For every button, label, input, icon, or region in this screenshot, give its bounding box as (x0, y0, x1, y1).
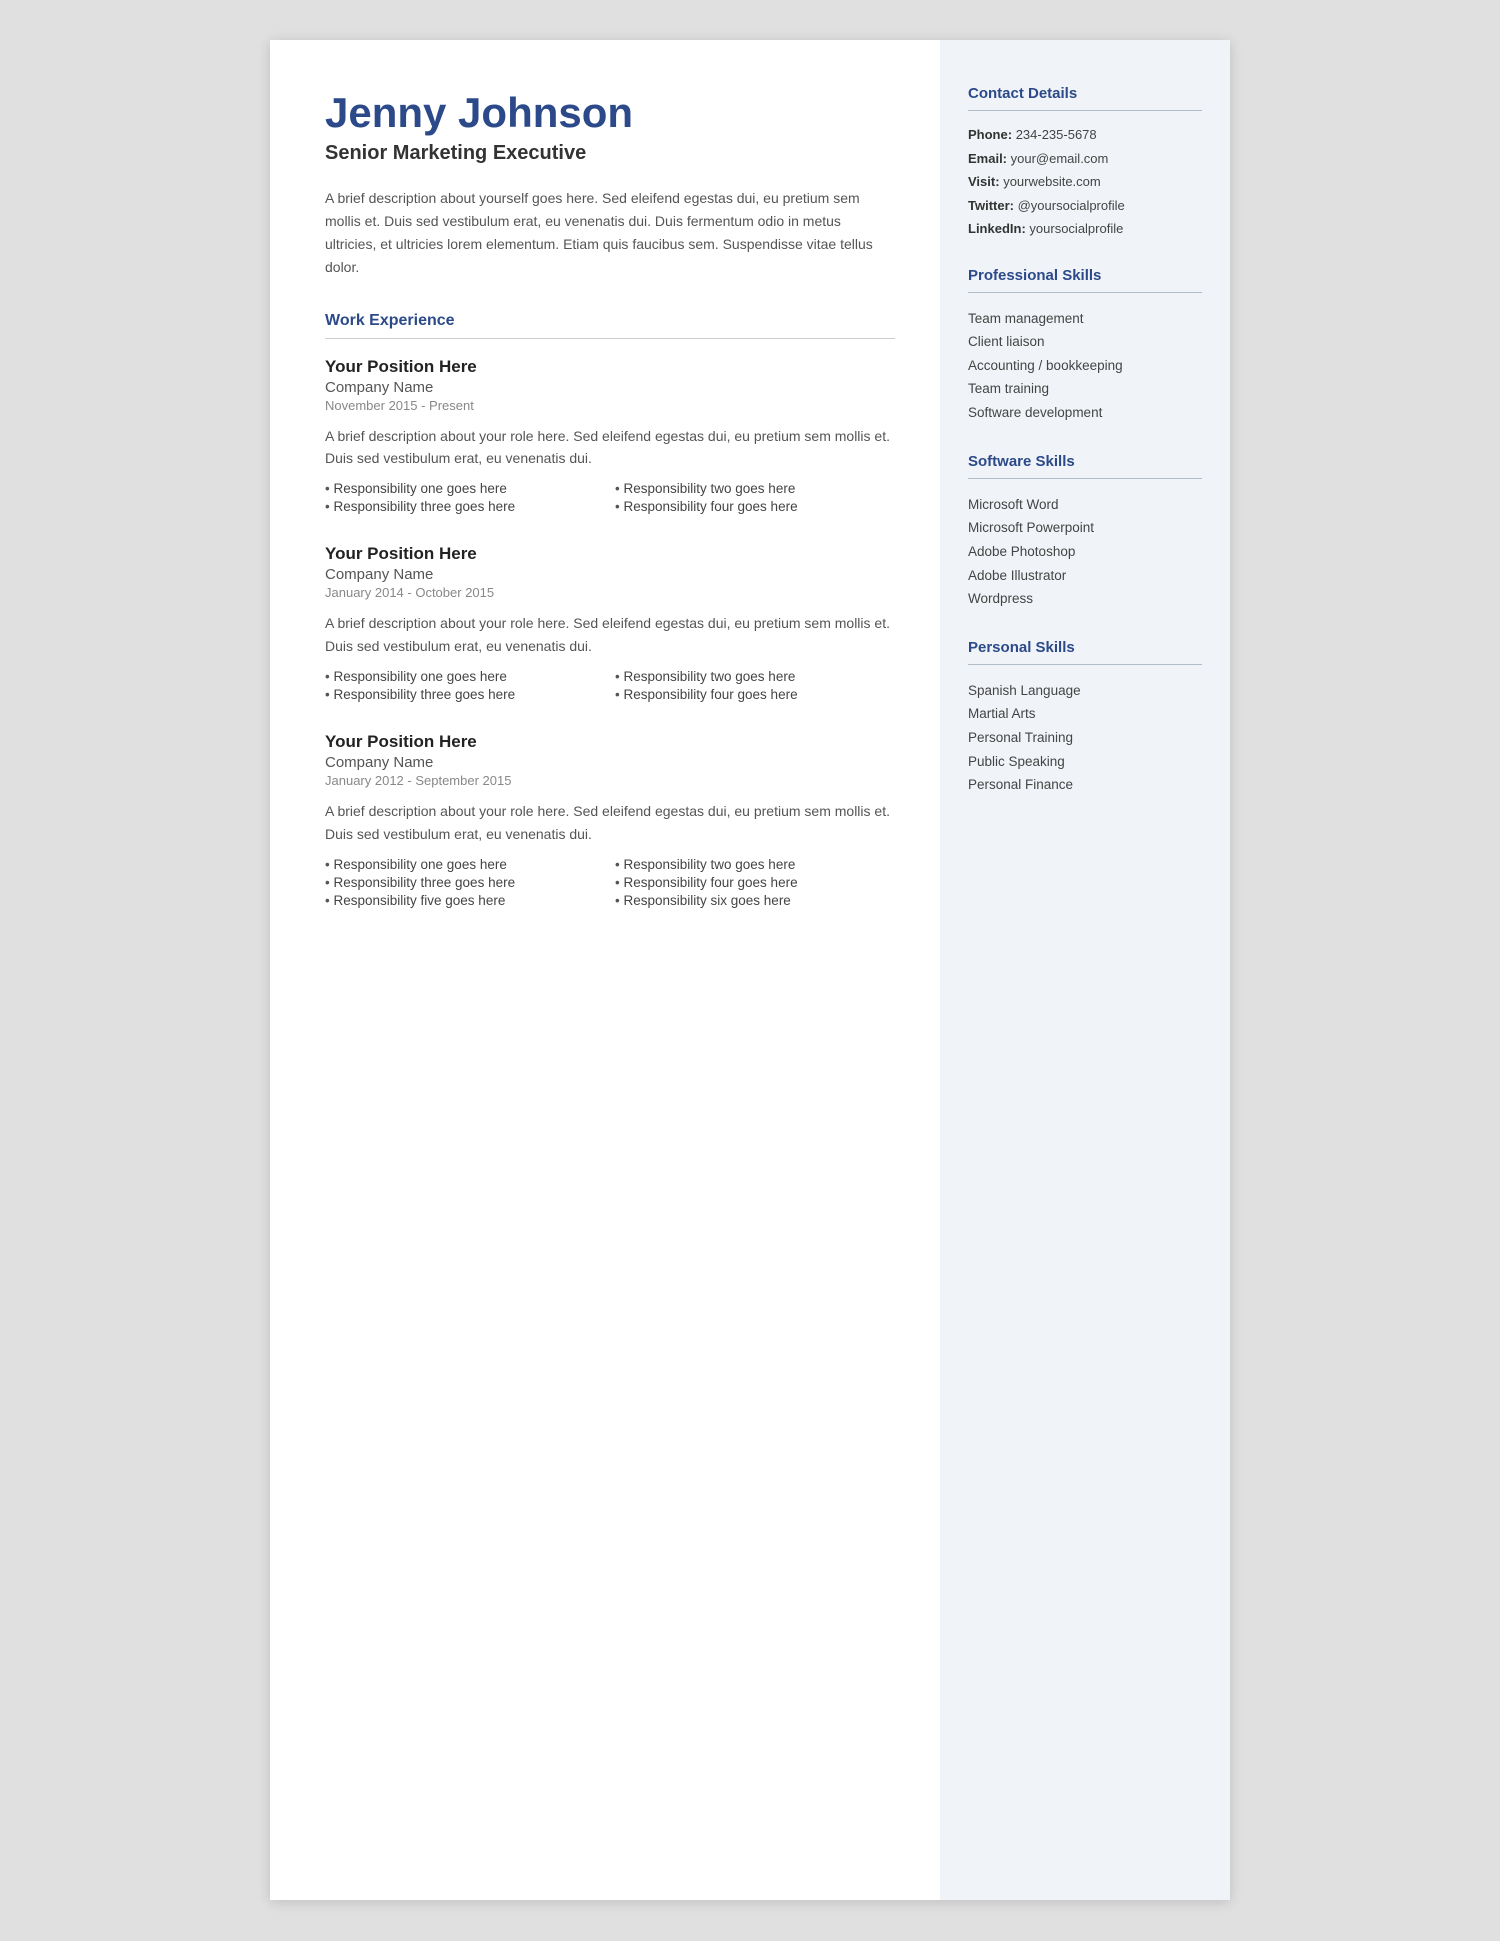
job-company: Company Name (325, 754, 895, 771)
skill-item: Wordpress (968, 587, 1202, 611)
resp-item: Responsibility one goes here (325, 481, 605, 496)
job-desc: A brief description about your role here… (325, 425, 895, 470)
resp-item: Responsibility two goes here (615, 481, 895, 496)
job-1: Your Position Here Company Name January … (325, 544, 895, 702)
work-experience-heading: Work Experience (325, 312, 895, 330)
contact-value: your@email.com (1011, 151, 1109, 166)
job-title: Your Position Here (325, 732, 895, 752)
resp-item: Responsibility three goes here (325, 687, 605, 702)
resp-item: Responsibility four goes here (615, 499, 895, 514)
skill-item: Public Speaking (968, 750, 1202, 774)
job-dates: January 2014 - October 2015 (325, 585, 895, 600)
personal-skills-list: Spanish LanguageMartial ArtsPersonal Tra… (968, 679, 1202, 797)
resp-item: Responsibility five goes here (325, 893, 605, 908)
job-0: Your Position Here Company Name November… (325, 357, 895, 515)
skill-item: Martial Arts (968, 702, 1202, 726)
software-skills-divider (968, 478, 1202, 479)
resp-item: Responsibility one goes here (325, 857, 605, 872)
job-title: Your Position Here (325, 357, 895, 377)
resp-item: Responsibility two goes here (615, 857, 895, 872)
skill-item: Adobe Illustrator (968, 564, 1202, 588)
contact-divider (968, 110, 1202, 111)
contact-label: LinkedIn: (968, 221, 1026, 236)
job-dates: January 2012 - September 2015 (325, 773, 895, 788)
skill-item: Client liaison (968, 330, 1202, 354)
skill-item: Microsoft Powerpoint (968, 516, 1202, 540)
contact-heading: Contact Details (968, 85, 1202, 102)
main-column: Jenny Johnson Senior Marketing Executive… (270, 40, 940, 1900)
resume-paper: Jenny Johnson Senior Marketing Executive… (270, 40, 1230, 1900)
contact-item-4: LinkedIn: yoursocialprofile (968, 219, 1202, 239)
skill-item: Personal Training (968, 726, 1202, 750)
contact-section: Contact Details Phone: 234-235-5678 Email… (968, 85, 1202, 239)
skill-item: Microsoft Word (968, 493, 1202, 517)
job-title: Your Position Here (325, 544, 895, 564)
skill-item: Spanish Language (968, 679, 1202, 703)
contact-value: @yoursocialprofile (1018, 198, 1125, 213)
job-desc: A brief description about your role here… (325, 800, 895, 845)
contact-label: Visit: (968, 174, 1000, 189)
skill-item: Accounting / bookkeeping (968, 354, 1202, 378)
software-skills-heading: Software Skills (968, 453, 1202, 470)
personal-skills-heading: Personal Skills (968, 639, 1202, 656)
resp-item: Responsibility four goes here (615, 687, 895, 702)
skill-item: Personal Finance (968, 773, 1202, 797)
contact-value: yoursocialprofile (1029, 221, 1123, 236)
work-experience-divider (325, 338, 895, 339)
professional-skills-heading: Professional Skills (968, 267, 1202, 284)
job-company: Company Name (325, 566, 895, 583)
resp-item: Responsibility one goes here (325, 669, 605, 684)
resp-item: Responsibility two goes here (615, 669, 895, 684)
job-2: Your Position Here Company Name January … (325, 732, 895, 908)
candidate-title: Senior Marketing Executive (325, 142, 895, 165)
job-company: Company Name (325, 379, 895, 396)
resp-item: Responsibility six goes here (615, 893, 895, 908)
professional-skills-divider (968, 292, 1202, 293)
contact-item-3: Twitter: @yoursocialprofile (968, 196, 1202, 216)
software-skills-section: Software Skills Microsoft WordMicrosoft … (968, 453, 1202, 611)
responsibilities-grid: Responsibility one goes here Responsibili… (325, 669, 895, 702)
skill-item: Team management (968, 307, 1202, 331)
contact-item-2: Visit: yourwebsite.com (968, 172, 1202, 192)
sidebar: Contact Details Phone: 234-235-5678 Email… (940, 40, 1230, 1900)
contact-value: 234-235-5678 (1016, 127, 1097, 142)
resp-item: Responsibility four goes here (615, 875, 895, 890)
responsibilities-grid: Responsibility one goes here Responsibili… (325, 857, 895, 908)
resp-item: Responsibility three goes here (325, 499, 605, 514)
professional-skills-section: Professional Skills Team managementClien… (968, 267, 1202, 425)
skill-item: Adobe Photoshop (968, 540, 1202, 564)
software-skills-list: Microsoft WordMicrosoft PowerpointAdobe … (968, 493, 1202, 611)
responsibilities-grid: Responsibility one goes here Responsibili… (325, 481, 895, 514)
contact-item-1: Email: your@email.com (968, 149, 1202, 169)
resp-item: Responsibility three goes here (325, 875, 605, 890)
contact-label: Phone: (968, 127, 1012, 142)
job-dates: November 2015 - Present (325, 398, 895, 413)
personal-skills-divider (968, 664, 1202, 665)
skill-item: Software development (968, 401, 1202, 425)
professional-skills-list: Team managementClient liaisonAccounting … (968, 307, 1202, 425)
candidate-name: Jenny Johnson (325, 90, 895, 136)
jobs-container: Your Position Here Company Name November… (325, 357, 895, 908)
bio-text: A brief description about yourself goes … (325, 187, 895, 279)
contact-value: yourwebsite.com (1003, 174, 1101, 189)
job-desc: A brief description about your role here… (325, 612, 895, 657)
contact-label: Twitter: (968, 198, 1014, 213)
contact-items: Phone: 234-235-5678 Email: your@email.com… (968, 125, 1202, 239)
personal-skills-section: Personal Skills Spanish LanguageMartial … (968, 639, 1202, 797)
skill-item: Team training (968, 377, 1202, 401)
contact-label: Email: (968, 151, 1007, 166)
contact-item-0: Phone: 234-235-5678 (968, 125, 1202, 145)
